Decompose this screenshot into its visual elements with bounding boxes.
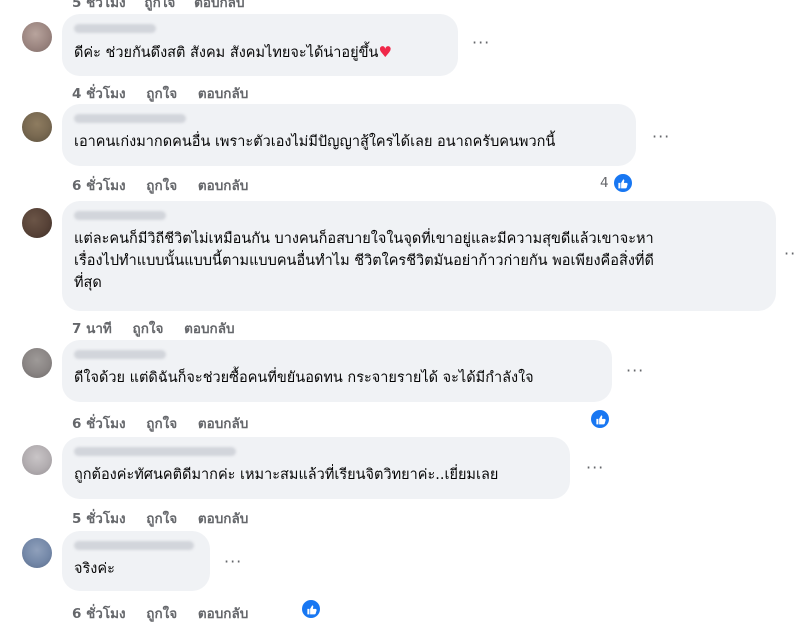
avatar[interactable] — [22, 22, 52, 52]
timestamp[interactable]: 5 ชั่วโมง — [72, 0, 126, 11]
comment-text: จริงค่ะ — [74, 561, 115, 577]
comment-actions: 6 ชั่วโมง ถูกใจ ตอบกลับ — [72, 412, 264, 434]
timestamp[interactable]: 6 ชั่วโมง — [72, 606, 126, 622]
avatar[interactable] — [22, 208, 52, 238]
comment-bubble: ดีค่ะ ช่วยกันดึงสติ สังคม สังคมไทยจะได้น… — [62, 14, 458, 76]
more-options-icon[interactable]: ··· — [586, 458, 604, 477]
reply-link[interactable]: ตอบกลับ — [198, 416, 248, 432]
comment-actions: 7 นาที ถูกใจ ตอบกลับ — [72, 317, 251, 339]
like-link[interactable]: ถูกใจ — [146, 178, 177, 194]
comment-text-line: เรื่องไปทำแบบนั้นแบบนี้ตามแบบคนอื่นทำไม … — [74, 253, 654, 269]
like-link[interactable]: ถูกใจ — [146, 511, 177, 527]
avatar[interactable] — [22, 348, 52, 378]
comment-bubble: ถูกต้องค่ะทัศนคติดีมากค่ะ เหมาะสมแล้วที่… — [62, 437, 570, 499]
comment-actions: 6 ชั่วโมง ถูกใจ ตอบกลับ — [72, 174, 264, 196]
timestamp[interactable]: 6 ชั่วโมง — [72, 416, 126, 432]
comment-bubble: ดีใจด้วย แต่ดิฉันก็จะช่วยซื้อคนที่ขยันอด… — [62, 340, 612, 402]
author-name-blurred[interactable] — [74, 114, 186, 123]
reaction-count: 4 — [600, 175, 609, 191]
author-name-blurred[interactable] — [74, 447, 236, 456]
avatar[interactable] — [22, 445, 52, 475]
comment-text: แต่ละคนก็มีวิถีชีวิตไม่เหมือนกัน บางคนก็… — [74, 228, 764, 294]
comment-bubble: เอาคนเก่งมากดคนอื่น เพราะตัวเองไม่มีปัญญ… — [62, 104, 636, 166]
more-options-icon[interactable]: ·· — [784, 244, 796, 263]
like-link[interactable]: ถูกใจ — [144, 0, 175, 11]
reply-link[interactable]: ตอบกลับ — [198, 511, 248, 527]
reply-link[interactable]: ตอบกลับ — [198, 606, 248, 622]
reply-link[interactable]: ตอบกลับ — [198, 178, 248, 194]
timestamp[interactable]: 6 ชั่วโมง — [72, 178, 126, 194]
more-options-icon[interactable]: ··· — [626, 361, 644, 380]
timestamp[interactable]: 4 ชั่วโมง — [72, 86, 126, 102]
avatar[interactable] — [22, 112, 52, 142]
author-name-blurred[interactable] — [74, 541, 194, 550]
more-options-icon[interactable]: ··· — [652, 127, 670, 146]
comment-text-line: แต่ละคนก็มีวิถีชีวิตไม่เหมือนกัน บางคนก็… — [74, 231, 654, 247]
more-options-icon[interactable]: ··· — [472, 33, 490, 52]
comment-bubble: จริงค่ะ — [62, 531, 210, 591]
comment-text: ดีค่ะ ช่วยกันดึงสติ สังคม สังคมไทยจะได้น… — [74, 43, 392, 61]
reply-link[interactable]: ตอบกลับ — [198, 86, 248, 102]
top-partial-actions: 5 ชั่วโมง ถูกใจ ตอบกลับ — [72, 0, 245, 13]
avatar[interactable] — [22, 538, 52, 568]
like-link[interactable]: ถูกใจ — [146, 86, 177, 102]
timestamp[interactable]: 7 นาที — [72, 321, 112, 337]
like-link[interactable]: ถูกใจ — [146, 416, 177, 432]
comment-actions: 4 ชั่วโมง ถูกใจ ตอบกลับ — [72, 82, 264, 104]
more-options-icon[interactable]: ··· — [224, 552, 242, 571]
author-name-blurred[interactable] — [74, 24, 156, 33]
comment-text: ดีใจด้วย แต่ดิฉันก็จะช่วยซื้อคนที่ขยันอด… — [74, 370, 534, 386]
comment-text: ถูกต้องค่ะทัศนคติดีมากค่ะ เหมาะสมแล้วที่… — [74, 467, 499, 483]
comment-actions: 6 ชั่วโมง ถูกใจ ตอบกลับ — [72, 602, 264, 624]
comment-bubble: แต่ละคนก็มีวิถีชีวิตไม่เหมือนกัน บางคนก็… — [62, 201, 776, 311]
like-reaction-icon — [611, 172, 634, 194]
comment-text: เอาคนเก่งมากดคนอื่น เพราะตัวเองไม่มีปัญญ… — [74, 134, 556, 150]
author-name-blurred[interactable] — [74, 211, 166, 220]
like-reaction-icon — [589, 408, 611, 430]
like-link[interactable]: ถูกใจ — [133, 321, 164, 337]
reply-link[interactable]: ตอบกลับ — [184, 321, 234, 337]
like-reaction-icon — [300, 598, 322, 620]
author-name-blurred[interactable] — [74, 350, 166, 359]
timestamp[interactable]: 5 ชั่วโมง — [72, 511, 126, 527]
reaction-summary[interactable] — [589, 408, 611, 430]
reply-link[interactable]: ตอบกลับ — [194, 0, 244, 11]
reaction-summary[interactable] — [300, 598, 322, 620]
heart-emoji: ♥ — [378, 43, 392, 61]
comment-text-line: ที่สุด — [74, 275, 102, 291]
like-link[interactable]: ถูกใจ — [146, 606, 177, 622]
reaction-summary[interactable]: 4 — [600, 172, 634, 194]
comment-actions: 5 ชั่วโมง ถูกใจ ตอบกลับ — [72, 507, 264, 529]
